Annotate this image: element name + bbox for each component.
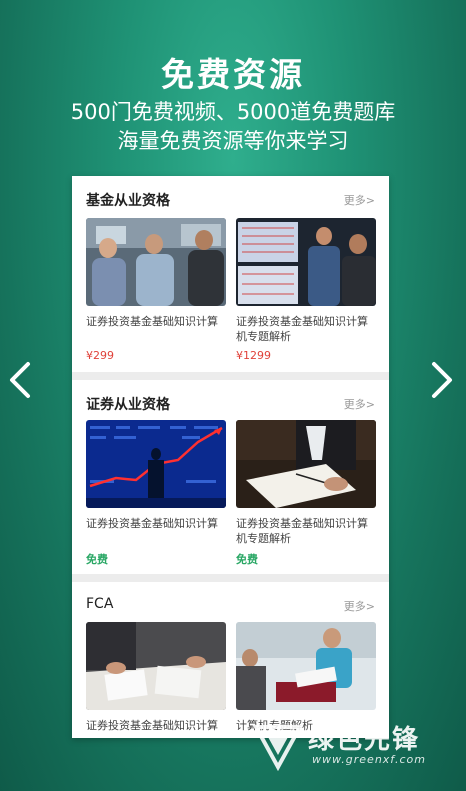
banner-header: 免费资源 500门免费视频、5000道免费题库 海量免费资源等你来学习 (0, 0, 466, 170)
course-title: 证券投资基金基础知识计算 (86, 517, 218, 530)
course-thumbnail[interactable] (236, 420, 376, 508)
course-thumbnail[interactable] (86, 218, 226, 306)
more-link[interactable]: 更多> (344, 396, 375, 412)
subtitle-line-2: 海量免费资源等你来学习 (117, 129, 349, 153)
section-title: FCA (86, 596, 114, 612)
watermark-url: www.greenxf.com (312, 753, 426, 766)
section-divider (72, 574, 389, 582)
chevron-right-icon[interactable] (428, 360, 456, 400)
chevron-left-icon[interactable] (6, 360, 34, 400)
page-title: 免费资源 (161, 55, 305, 94)
subtitle-line-1: 500门免费视频、5000道免费题库 (70, 100, 396, 124)
course-price: 免费 (236, 553, 258, 566)
section-securities-qualification: 证券从业资格 更多> 证券投资基金基础知识计算 免费 证券投资基金基础知识计算机… (72, 380, 389, 574)
course-title: 证券投资基金基础知识计算机专题解析 (236, 517, 368, 545)
watermark: 绿色先锋 www.greenxf.com (248, 717, 458, 777)
section-title: 基金从业资格 (86, 193, 170, 209)
section-header: FCA 更多> (72, 582, 389, 626)
section-title: 证券从业资格 (86, 397, 170, 413)
section-fca: FCA 更多> 证券投资基金基础知识计算 计算机专题解析 (72, 582, 389, 738)
watermark-logo-icon (252, 725, 304, 771)
section-divider (72, 372, 389, 380)
section-header: 证券从业资格 更多> (72, 380, 389, 424)
section-fund-qualification: 基金从业资格 更多> 证券投资基金基础知识计算 ¥299 证券投资基金基础知识计… (72, 176, 389, 372)
course-thumbnail[interactable] (236, 218, 376, 306)
more-link[interactable]: 更多> (344, 598, 375, 614)
watermark-name: 绿色先锋 (308, 725, 421, 755)
course-thumbnail[interactable] (236, 622, 376, 710)
course-price: 免费 (86, 553, 108, 566)
course-title: 证券投资基金基础知识计算 (86, 719, 218, 732)
course-thumbnail[interactable] (86, 622, 226, 710)
course-title: 证券投资基金基础知识计算机专题解析 (236, 315, 368, 343)
more-link[interactable]: 更多> (344, 192, 375, 208)
course-title: 证券投资基金基础知识计算 (86, 315, 218, 328)
course-thumbnail[interactable] (86, 420, 226, 508)
section-header: 基金从业资格 更多> (72, 176, 389, 220)
course-price: ¥1299 (236, 349, 271, 362)
course-price: ¥299 (86, 349, 114, 362)
resource-card: 基金从业资格 更多> 证券投资基金基础知识计算 ¥299 证券投资基金基础知识计… (72, 176, 389, 738)
